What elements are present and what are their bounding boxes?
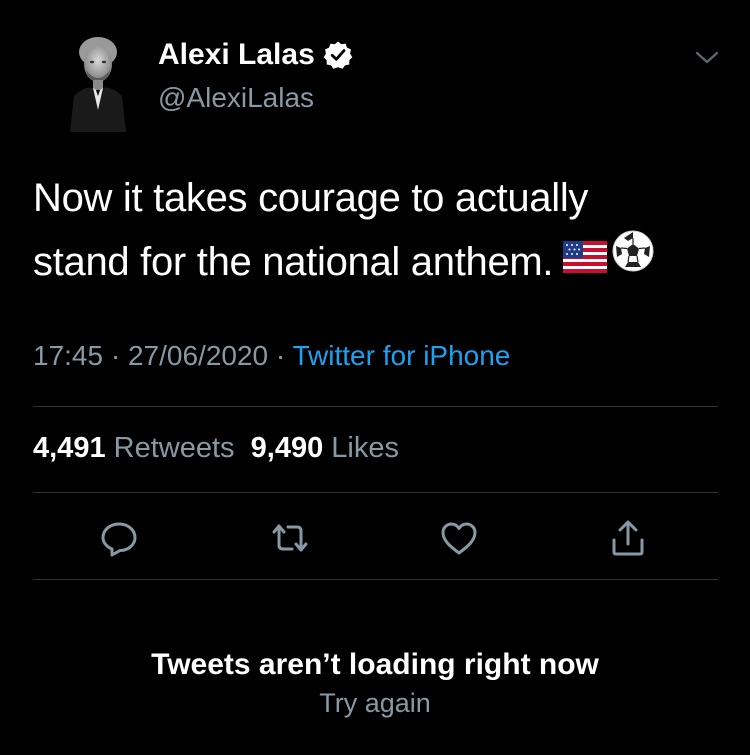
reply-icon: [99, 518, 139, 563]
tweet-meta: 17:45 · 27/06/2020 · Twitter for iPhone: [33, 340, 510, 372]
divider: [33, 579, 718, 580]
soccer-ball-icon: [611, 228, 655, 292]
share-icon: [608, 518, 648, 563]
retweets-stat[interactable]: 4,491 Retweets: [33, 432, 235, 464]
meta-separator: ·: [268, 340, 293, 371]
divider: [33, 406, 718, 407]
retweet-icon: [268, 518, 312, 563]
tweet-text-line: stand for the national anthem.: [33, 230, 723, 296]
reply-button[interactable]: [97, 518, 141, 562]
likes-stat[interactable]: 9,490 Likes: [251, 432, 399, 464]
tweet-text-line2: stand for the national anthem.: [33, 240, 554, 284]
avatar[interactable]: [62, 30, 134, 132]
tweet-time: 17:45: [33, 340, 104, 371]
share-button[interactable]: [606, 518, 650, 562]
divider: [33, 492, 718, 493]
tweet-date: 27/06/2020: [127, 340, 269, 371]
likes-count: 9,490: [250, 432, 324, 464]
empty-state-title: Tweets aren’t loading right now: [151, 648, 599, 681]
tweet-text: Now it takes courage to actually stand f…: [33, 166, 723, 296]
like-icon: [439, 518, 479, 563]
try-again-link[interactable]: Try again: [0, 688, 750, 719]
retweets-count: 4,491: [33, 432, 106, 464]
likes-label: Likes: [331, 432, 399, 464]
author-name[interactable]: Alexi Lalas: [158, 38, 315, 72]
retweet-button[interactable]: [268, 518, 312, 562]
chevron-down-icon[interactable]: [692, 46, 722, 70]
author-name-row[interactable]: Alexi Lalas: [158, 38, 353, 72]
like-button[interactable]: [437, 518, 481, 562]
emoji-group: [563, 228, 655, 292]
us-flag-icon: [563, 228, 608, 292]
author-handle[interactable]: @AlexiLalas: [158, 82, 314, 114]
tweet-text-line: Now it takes courage to actually: [33, 176, 589, 220]
meta-separator: ·: [103, 340, 128, 371]
tweet-source-link[interactable]: Twitter for iPhone: [293, 340, 511, 371]
retweets-label: Retweets: [113, 432, 235, 464]
verified-badge-icon: [323, 40, 353, 70]
tweet-stats: 4,491 Retweets 9,490 Likes: [33, 432, 399, 465]
